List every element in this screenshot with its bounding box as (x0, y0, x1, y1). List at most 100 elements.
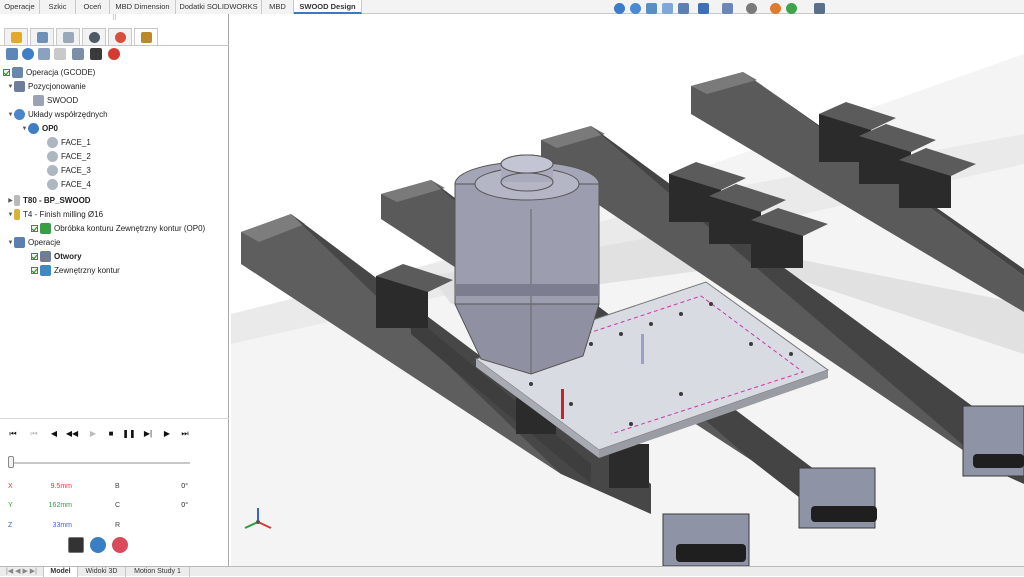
tree-t4[interactable]: ▼ T4 - Finish milling Ø16 (7, 208, 103, 221)
c-value: 0° (181, 502, 188, 509)
contour-icon (40, 265, 51, 276)
graphics-viewport[interactable] (231, 14, 1024, 566)
collapse-arrow-icon[interactable]: ▼ (21, 126, 28, 132)
hide-show-icon[interactable] (746, 3, 757, 14)
section-view-icon[interactable] (662, 3, 673, 14)
command-manager-tabs: Operacje Szkic Oceń MBD Dimension Dodatk… (0, 0, 1024, 14)
manager-tabs (0, 26, 229, 46)
feature-manager-tab[interactable] (4, 28, 28, 45)
dimxpert-tab[interactable] (82, 28, 106, 45)
tree-label: T80 - BP_SWOOD (23, 196, 91, 205)
rewind-icon[interactable]: ◀◀ (65, 427, 79, 441)
edit-icon[interactable] (38, 48, 50, 60)
tool-library-icon[interactable] (72, 48, 84, 60)
face-icon (47, 137, 58, 148)
r-label: R (115, 522, 121, 529)
configuration-manager-tab[interactable] (56, 28, 80, 45)
coordinate-icon[interactable] (22, 48, 34, 60)
skip-start-icon[interactable]: ⏮ (6, 427, 20, 441)
tab-ocen[interactable]: Oceń (76, 0, 110, 14)
tab-mbd-dimension[interactable]: MBD Dimension (110, 0, 176, 14)
stop-icon[interactable]: ■ (104, 427, 118, 441)
tree-label: FACE_2 (61, 152, 91, 161)
machine-view-icon[interactable] (90, 537, 106, 553)
coordinate-system-icon (14, 109, 25, 120)
dynamic-annotation-icon[interactable] (678, 3, 689, 14)
x-label: X (8, 483, 13, 490)
tree-t80[interactable]: ▶ T80 - BP_SWOOD (7, 194, 91, 207)
property-manager-tab[interactable] (30, 28, 54, 45)
display-manager-tab[interactable] (108, 28, 132, 45)
b-label: B (115, 483, 120, 490)
tree-op-holes[interactable]: Otwory (31, 250, 82, 263)
zoom-to-fit-icon[interactable] (614, 3, 625, 14)
tree-toolbar (0, 47, 229, 63)
zoom-area-icon[interactable] (630, 3, 641, 14)
play-forward-icon[interactable]: ▶ (160, 427, 174, 441)
checkbox[interactable] (31, 253, 38, 260)
tree-op-contour[interactable]: Zewnętrzny kontur (31, 264, 120, 277)
collapse-arrow-icon[interactable]: ▼ (7, 84, 14, 90)
collision-icon[interactable] (112, 537, 128, 553)
previous-view-icon[interactable] (646, 3, 657, 14)
tree-coordinate-systems[interactable]: ▼ Układy współrzędnych (7, 108, 108, 121)
collapse-arrow-icon[interactable]: ▼ (7, 112, 14, 118)
y-value: 162mm (48, 502, 72, 509)
b-value: 0° (181, 483, 188, 490)
collapse-arrow-icon[interactable]: ▼ (7, 212, 14, 218)
tree-face-1[interactable]: FACE_1 (47, 136, 91, 149)
tree-t4-contour[interactable]: Obróbka konturu Zewnętrzny kontur (OP0) (31, 222, 205, 235)
apply-scene-icon[interactable] (786, 3, 797, 14)
tree-face-2[interactable]: FACE_2 (47, 150, 91, 163)
stock-icon[interactable] (54, 48, 66, 60)
play-disabled-icon: ▶ (89, 429, 97, 438)
checkbox[interactable] (3, 69, 10, 76)
tree-label: FACE_3 (61, 166, 91, 175)
z-label: Z (8, 522, 13, 529)
swood-cam-tab[interactable] (134, 28, 158, 45)
material-removal-icon[interactable] (68, 537, 84, 553)
tree-op0[interactable]: ▼ OP0 (21, 122, 58, 135)
tree-label: FACE_1 (61, 138, 91, 147)
tab-operacje[interactable]: Operacje (0, 0, 40, 14)
machine-scene[interactable] (231, 14, 1024, 566)
tree-label: Obróbka konturu Zewnętrzny kontur (OP0) (54, 224, 206, 233)
simulation-icon[interactable] (90, 48, 102, 60)
checkbox[interactable] (31, 225, 38, 232)
traffic-light-icon[interactable] (108, 48, 120, 60)
simulation-progress-slider[interactable] (8, 456, 14, 468)
view-settings-icon[interactable] (814, 3, 825, 14)
simulation-progress-track (10, 462, 190, 464)
panel-grip[interactable]: ⠿ (0, 14, 229, 24)
tab-dodatki-solidworks[interactable]: Dodatki SOLIDWORKS (176, 0, 262, 14)
edit-appearance-icon[interactable] (770, 3, 781, 14)
tool-icon (14, 209, 20, 220)
tree-positioning-swood[interactable]: SWOOD (33, 94, 78, 107)
checkbox[interactable] (31, 267, 38, 274)
machine-icon (33, 95, 44, 106)
step-back-disabled-icon: ⏮ (30, 429, 38, 438)
skip-end-icon[interactable]: ⏭ (178, 427, 192, 441)
face-icon (47, 151, 58, 162)
tree-label: Operacje (28, 238, 61, 247)
expand-arrow-icon[interactable]: ▶ (7, 197, 14, 204)
tree-operations[interactable]: ▼ Operacje (7, 236, 60, 249)
tab-swood-design[interactable]: SWOOD Design (294, 0, 362, 14)
dimxpert-icon (88, 31, 100, 43)
tab-mbd[interactable]: MBD (262, 0, 294, 14)
tab-szkic[interactable]: Szkic (40, 0, 76, 14)
display-style-icon[interactable] (722, 3, 733, 14)
tree-positioning[interactable]: ▼ Pozycjonowanie (7, 80, 86, 93)
view-orientation-icon[interactable] (698, 3, 709, 14)
tree-root[interactable]: Operacja (GCODE) (3, 66, 95, 79)
tree-face-4[interactable]: FACE_4 (47, 178, 91, 191)
step-back-icon[interactable]: ◀ (47, 427, 61, 441)
tree-label: Zewnętrzny kontur (54, 266, 120, 275)
collapse-arrow-icon[interactable]: ▼ (7, 240, 14, 246)
feature-manager-icon (10, 31, 22, 43)
step-forward-icon[interactable]: ▶| (141, 427, 155, 441)
x-value: 9.5mm (50, 483, 72, 490)
operation-icon[interactable] (6, 48, 18, 60)
pause-icon[interactable]: ❚❚ (122, 427, 136, 441)
tree-face-3[interactable]: FACE_3 (47, 164, 91, 177)
